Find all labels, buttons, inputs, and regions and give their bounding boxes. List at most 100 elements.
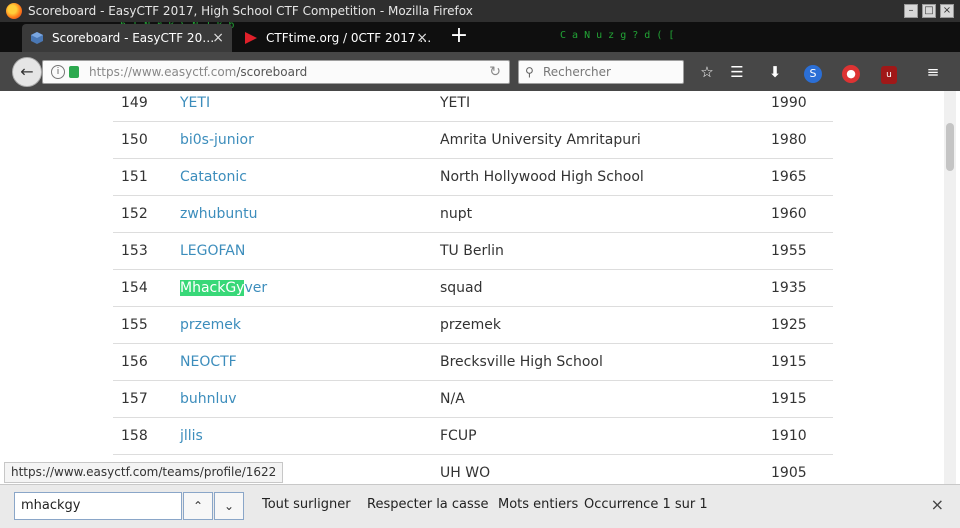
maximize-button[interactable]: □ xyxy=(922,4,936,18)
team-link[interactable]: LEGOFAN xyxy=(180,233,245,270)
team-link[interactable]: MhackGyver xyxy=(180,270,267,307)
scrollbar-thumb[interactable] xyxy=(946,123,954,171)
school-cell: Brecksville High School xyxy=(440,354,603,370)
table-row: 155 przemek przemek 1925 xyxy=(113,307,833,344)
page-content: 149 YETI YETI 1990 150 bi0s-junior Amrit… xyxy=(0,91,960,492)
reader-list-icon[interactable]: ☰ xyxy=(726,61,748,83)
table-row: 158 jllis FCUP 1910 xyxy=(113,418,833,455)
school-cell: TU Berlin xyxy=(440,243,504,259)
close-find-bar-icon[interactable]: × xyxy=(931,485,944,525)
scoreboard-table: 149 YETI YETI 1990 150 bi0s-junior Amrit… xyxy=(113,91,833,492)
score-cell: 1955 xyxy=(771,243,807,259)
school-cell: YETI xyxy=(440,95,471,111)
team-link[interactable]: bi0s-junior xyxy=(180,122,254,159)
score-cell: 1965 xyxy=(771,169,807,185)
score-cell: 1910 xyxy=(771,428,807,444)
find-input[interactable]: mhackgy xyxy=(14,492,182,520)
highlight-all-toggle[interactable]: Tout surligner xyxy=(262,485,351,525)
find-bar: mhackgy ⌃ ⌄ Tout surligner Respecter la … xyxy=(0,484,960,528)
team-link[interactable]: Catatonic xyxy=(180,159,247,196)
occurrence-status: Occurrence 1 sur 1 xyxy=(584,497,708,512)
table-row: 149 YETI YETI 1990 xyxy=(113,91,833,122)
table-row: 156 NEOCTF Brecksville High School 1915 xyxy=(113,344,833,381)
ublock-icon[interactable]: u xyxy=(878,61,900,84)
rank-cell: 149 xyxy=(121,95,148,111)
tab-label: Scoreboard - EasyCTF 20… xyxy=(52,31,215,45)
search-icon: ⚲ xyxy=(525,65,534,79)
tab-scoreboard[interactable]: Scoreboard - EasyCTF 20… × xyxy=(22,24,232,52)
back-button[interactable]: ← xyxy=(12,57,42,87)
match-case-toggle[interactable]: Respecter la casse xyxy=(367,485,489,525)
close-window-button[interactable]: × xyxy=(940,4,954,18)
score-cell: 1915 xyxy=(771,391,807,407)
window-title: Scoreboard - EasyCTF 2017, High School C… xyxy=(28,4,473,18)
school-cell: squad xyxy=(440,280,483,296)
score-cell: 1915 xyxy=(771,354,807,370)
table-row: 150 bi0s-junior Amrita University Amrita… xyxy=(113,122,833,159)
score-cell: 1990 xyxy=(771,95,807,111)
url-text: https://www.easyctf.com/scoreboard xyxy=(89,65,308,79)
table-row: 151 Catatonic North Hollywood High Schoo… xyxy=(113,159,833,196)
close-tab-icon[interactable]: × xyxy=(416,24,428,52)
rank-cell: 158 xyxy=(121,428,148,444)
whole-words-toggle[interactable]: Mots entiers xyxy=(498,485,578,525)
tab-ctftime[interactable]: CTFtime.org / 0CTF 2017 … × xyxy=(236,24,436,52)
find-previous-button[interactable]: ⌃ xyxy=(183,492,213,520)
table-row-found: 154 MhackGyver squad 1935 xyxy=(113,270,833,307)
team-link[interactable]: YETI xyxy=(180,91,210,115)
rank-cell: 153 xyxy=(121,243,148,259)
easyctf-favicon-icon xyxy=(31,32,43,44)
score-cell: 1935 xyxy=(771,280,807,296)
tab-label: CTFtime.org / 0CTF 2017 … xyxy=(266,31,432,45)
school-cell: FCUP xyxy=(440,428,477,444)
reload-icon[interactable]: ↻ xyxy=(489,61,501,83)
find-next-button[interactable]: ⌄ xyxy=(214,492,244,520)
url-bar[interactable]: i https://www.easyctf.com/scoreboard ↻ xyxy=(42,60,510,84)
school-cell: przemek xyxy=(440,317,501,333)
team-link-rest: ver xyxy=(244,280,268,296)
rank-cell: 152 xyxy=(121,206,148,222)
ctftime-favicon-icon xyxy=(245,32,257,44)
info-icon[interactable]: i xyxy=(51,65,65,79)
score-cell: 1925 xyxy=(771,317,807,333)
tab-strip: b T N r k & N J k b C a N u z g ? d ( [ … xyxy=(0,22,960,52)
menu-icon[interactable]: ≡ xyxy=(922,61,944,83)
close-tab-icon[interactable]: × xyxy=(212,24,224,52)
school-cell: N/A xyxy=(440,391,465,407)
score-cell: 1960 xyxy=(771,206,807,222)
minimize-button[interactable]: – xyxy=(904,4,918,18)
rank-cell: 151 xyxy=(121,169,148,185)
team-link[interactable]: jllis xyxy=(180,418,203,455)
team-link[interactable]: buhnluv xyxy=(180,381,237,418)
window-titlebar: Scoreboard - EasyCTF 2017, High School C… xyxy=(0,0,960,22)
search-placeholder: Rechercher xyxy=(543,65,611,79)
team-link[interactable]: zwhubuntu xyxy=(180,196,258,233)
school-cell: North Hollywood High School xyxy=(440,169,644,185)
table-row: 157 buhnluv N/A 1915 xyxy=(113,381,833,418)
score-cell: 1980 xyxy=(771,132,807,148)
lock-icon xyxy=(69,66,79,78)
team-link[interactable]: przemek xyxy=(180,307,241,344)
find-highlight: MhackGy xyxy=(180,280,245,296)
bookmark-star-icon[interactable]: ☆ xyxy=(696,61,718,83)
firefox-icon xyxy=(6,3,22,19)
team-link[interactable]: NEOCTF xyxy=(180,344,237,381)
school-cell: nupt xyxy=(440,206,473,222)
table-row: 152 zwhubuntu nupt 1960 xyxy=(113,196,833,233)
rank-cell: 155 xyxy=(121,317,148,333)
download-icon[interactable]: ⬇ xyxy=(764,61,786,83)
table-row: 153 LEGOFAN TU Berlin 1955 xyxy=(113,233,833,270)
rank-cell: 150 xyxy=(121,132,148,148)
search-input[interactable]: ⚲ Rechercher xyxy=(518,60,684,84)
school-cell: Amrita University Amritapuri xyxy=(440,132,641,148)
navigation-bar: ← i https://www.easyctf.com/scoreboard ↻… xyxy=(0,52,960,91)
new-tab-button[interactable]: + xyxy=(446,24,472,50)
vertical-scrollbar[interactable] xyxy=(944,91,956,484)
matrix-decoration: C a N u z g ? d ( [ xyxy=(560,30,675,41)
rank-cell: 156 xyxy=(121,354,148,370)
rank-cell: 154 xyxy=(121,280,148,296)
extension-mask-icon[interactable]: ● xyxy=(840,61,862,83)
rank-cell: 157 xyxy=(121,391,148,407)
status-link-url: https://www.easyctf.com/teams/profile/16… xyxy=(4,462,284,483)
sync-extension-icon[interactable]: S xyxy=(802,61,824,83)
